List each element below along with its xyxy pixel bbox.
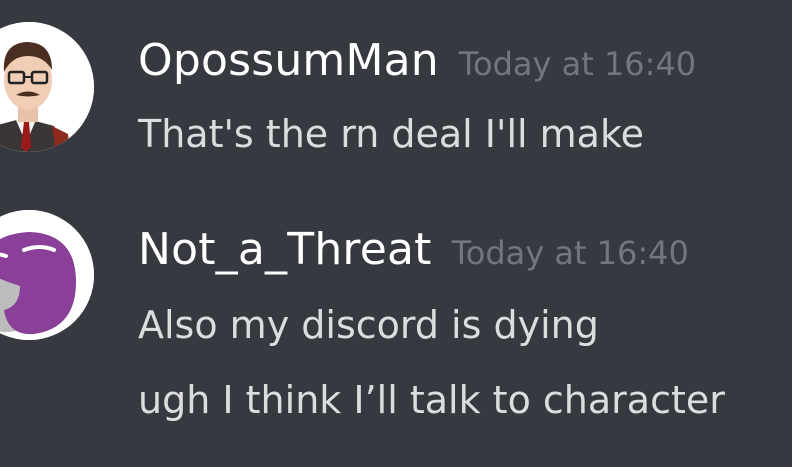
username[interactable]: Not_a_Threat <box>138 224 432 275</box>
timestamp: Today at 16:40 <box>451 234 689 272</box>
timestamp: Today at 16:40 <box>458 45 697 83</box>
message-text: Also my discord is dying <box>138 303 599 347</box>
message-text: That's the rn deal I'll make <box>138 112 644 156</box>
message-group-not-a-threat: Not_a_Threat Today at 16:40 Also my disco… <box>0 190 792 467</box>
message-group-opossumman: OpossumMan Today at 16:40 That's the rn d… <box>0 0 792 190</box>
user-avatar[interactable] <box>0 22 94 152</box>
user-avatar[interactable] <box>0 210 94 340</box>
message-header: OpossumMan Today at 16:40 <box>138 35 696 86</box>
purple-blob-avatar-icon <box>0 210 94 340</box>
username[interactable]: OpossumMan <box>138 35 439 86</box>
message-text: ugh I think I’ll talk to character <box>138 378 725 422</box>
message-header: Not_a_Threat Today at 16:40 <box>138 224 689 275</box>
cartoon-man-avatar-icon <box>0 22 94 152</box>
